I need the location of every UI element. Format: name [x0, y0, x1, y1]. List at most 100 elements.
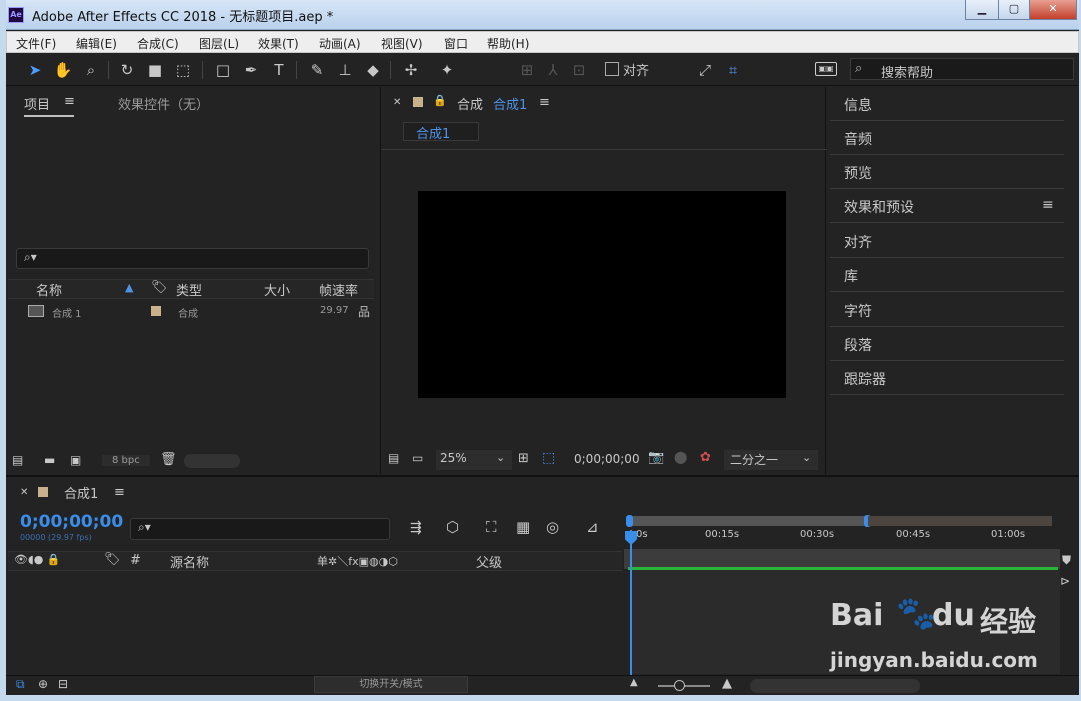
- column-number[interactable]: #: [130, 553, 141, 568]
- column-frame-rate[interactable]: 帧速率: [319, 280, 358, 299]
- menu-help[interactable]: 帮助(H): [487, 35, 529, 52]
- panel-info[interactable]: 信息: [830, 87, 1064, 121]
- zoom-slider-handle[interactable]: [674, 680, 685, 691]
- menu-edit[interactable]: 编辑(E): [76, 35, 117, 52]
- color-channel-icon[interactable]: ✿: [700, 450, 711, 465]
- new-folder-icon[interactable]: ▬: [44, 453, 55, 467]
- transparency-grid-icon[interactable]: ⬚: [542, 450, 555, 466]
- show-snapshot-icon[interactable]: ⬤: [674, 450, 687, 464]
- align-checkbox[interactable]: [605, 62, 619, 76]
- snapshot-icon[interactable]: 📷: [648, 450, 664, 465]
- effects-menu-icon[interactable]: ≡: [1042, 197, 1054, 213]
- snap-target-icon[interactable]: ⌗: [722, 59, 744, 81]
- av-features-icons[interactable]: 👁◖● 🔒: [14, 553, 61, 566]
- new-composition-icon[interactable]: ▣: [70, 453, 81, 467]
- layers-area[interactable]: [8, 572, 622, 675]
- menu-layer[interactable]: 图层(L): [199, 35, 239, 52]
- selection-tool-icon[interactable]: ➤: [24, 59, 46, 81]
- switches-icons[interactable]: 单✲＼fx▣◍◑⬡: [317, 553, 398, 569]
- search-help-input[interactable]: ⌕ 搜索帮助: [850, 58, 1074, 81]
- rectangle-tool-icon[interactable]: □: [212, 59, 234, 81]
- panel-character[interactable]: 字符: [830, 293, 1064, 327]
- menu-animation[interactable]: 动画(A): [319, 35, 361, 52]
- eraser-tool-icon[interactable]: ◆: [362, 59, 384, 81]
- composition-viewer[interactable]: [418, 191, 786, 398]
- zoom-out-icon[interactable]: ▲: [630, 677, 638, 688]
- workspace-icon[interactable]: ▣▣: [815, 62, 837, 76]
- view-axis-icon[interactable]: ⊡: [568, 59, 590, 81]
- panel-effects-presets[interactable]: 效果和预设 ≡: [830, 189, 1064, 223]
- pan-behind-tool-icon[interactable]: ⬚: [172, 59, 194, 81]
- always-preview-icon[interactable]: ▤: [388, 451, 399, 465]
- project-scrollbar[interactable]: [184, 454, 240, 468]
- zoom-dropdown[interactable]: 25% ⌄: [436, 450, 512, 470]
- column-parent[interactable]: 父级: [476, 552, 502, 571]
- delete-icon[interactable]: 🗑: [160, 452, 177, 467]
- timeline-search-input[interactable]: ⌕▾: [130, 518, 390, 540]
- comp-flow-tab[interactable]: 合成1: [403, 122, 479, 142]
- motion-blur-icon[interactable]: ◎: [546, 518, 559, 536]
- panel-preview[interactable]: 预览: [830, 155, 1064, 189]
- puppet-pin-tool-icon[interactable]: ✦: [436, 59, 458, 81]
- panel-tracker[interactable]: 跟踪器: [830, 361, 1064, 395]
- panel-paragraph[interactable]: 段落: [830, 327, 1064, 361]
- maximize-button[interactable]: ▢: [998, 0, 1030, 20]
- brush-tool-icon[interactable]: ✎: [306, 59, 328, 81]
- current-time-indicator[interactable]: [630, 530, 632, 675]
- sort-ascending-icon[interactable]: ▲: [125, 281, 133, 294]
- zoom-tool-icon[interactable]: ⌕: [80, 59, 102, 81]
- clone-stamp-tool-icon[interactable]: ⊥: [334, 59, 356, 81]
- zoom-in-icon[interactable]: ▲: [722, 676, 732, 691]
- world-axis-icon[interactable]: ⅄: [542, 59, 564, 81]
- graph-editor-icon[interactable]: ⊿: [586, 518, 599, 536]
- list-item[interactable]: 合成 1 合成 29.97 品: [8, 302, 374, 320]
- column-name[interactable]: 名称: [36, 280, 62, 299]
- project-menu-icon[interactable]: ≡: [64, 94, 75, 109]
- draft-3d-icon[interactable]: ⬡: [446, 518, 459, 536]
- text-tool-icon[interactable]: T: [268, 59, 290, 81]
- comp-marker-bin-icon[interactable]: ⛊: [1062, 553, 1071, 568]
- menu-file[interactable]: 文件(F): [16, 35, 56, 52]
- roto-brush-tool-icon[interactable]: ✢: [400, 59, 422, 81]
- timeline-timecode[interactable]: 0;00;00;00: [20, 512, 123, 532]
- interpret-footage-icon[interactable]: ▤: [12, 453, 23, 467]
- column-source-name[interactable]: 源名称: [170, 552, 209, 571]
- bit-depth-button[interactable]: 8 bpc: [102, 455, 150, 466]
- menu-window[interactable]: 窗口: [444, 35, 468, 52]
- comp-header-name[interactable]: 合成1: [493, 94, 527, 113]
- menu-effect[interactable]: 效果(T): [258, 35, 299, 52]
- camera-tool-icon[interactable]: ■: [144, 59, 166, 81]
- close-button[interactable]: ✕: [1029, 0, 1077, 20]
- menu-view[interactable]: 视图(V): [381, 35, 423, 52]
- flowchart-icon[interactable]: 品: [358, 303, 370, 320]
- menu-composition[interactable]: 合成(C): [137, 35, 179, 52]
- comp-mini-flowchart-icon[interactable]: ⇶: [410, 520, 422, 536]
- rotate-tool-icon[interactable]: ↻: [116, 59, 138, 81]
- tab-project[interactable]: 项目: [24, 94, 50, 113]
- close-tab-icon[interactable]: ✕: [393, 97, 401, 108]
- local-axis-icon[interactable]: ⊞: [516, 59, 538, 81]
- snap-icon[interactable]: ⤢: [694, 59, 716, 81]
- navigator-start-handle[interactable]: [626, 515, 633, 527]
- project-search-input[interactable]: ⌕▾: [16, 248, 369, 269]
- hand-tool-icon[interactable]: ✋: [52, 59, 74, 81]
- column-size[interactable]: 大小: [264, 280, 290, 299]
- lock-icon[interactable]: 🔒: [433, 94, 447, 107]
- work-area-bar[interactable]: [624, 549, 1060, 569]
- panel-align[interactable]: 对齐: [830, 224, 1064, 258]
- timeline-menu-icon[interactable]: ≡: [114, 485, 125, 500]
- transfer-controls-icon[interactable]: ⊕: [38, 677, 48, 691]
- close-tab-icon[interactable]: ✕: [20, 487, 28, 498]
- monitor-icon[interactable]: ▭: [412, 451, 423, 465]
- toggle-switches-modes-button[interactable]: 切换开关/模式: [314, 676, 468, 693]
- pen-tool-icon[interactable]: ✒: [240, 59, 262, 81]
- layer-switches-icon[interactable]: ⧉: [16, 677, 25, 692]
- minimize-button[interactable]: ▁: [965, 0, 999, 20]
- in-out-stretch-icon[interactable]: ⊟: [58, 677, 68, 691]
- current-time-display[interactable]: 0;00;00;00: [574, 452, 640, 466]
- resolution-dropdown[interactable]: 二分之一 ⌄: [724, 450, 818, 470]
- timeline-tab[interactable]: 合成1: [64, 483, 98, 502]
- panel-audio[interactable]: 音频: [830, 121, 1064, 155]
- tab-effect-controls[interactable]: 效果控件（无）: [118, 94, 209, 113]
- label-tag-icon[interactable]: 🏷: [104, 552, 121, 567]
